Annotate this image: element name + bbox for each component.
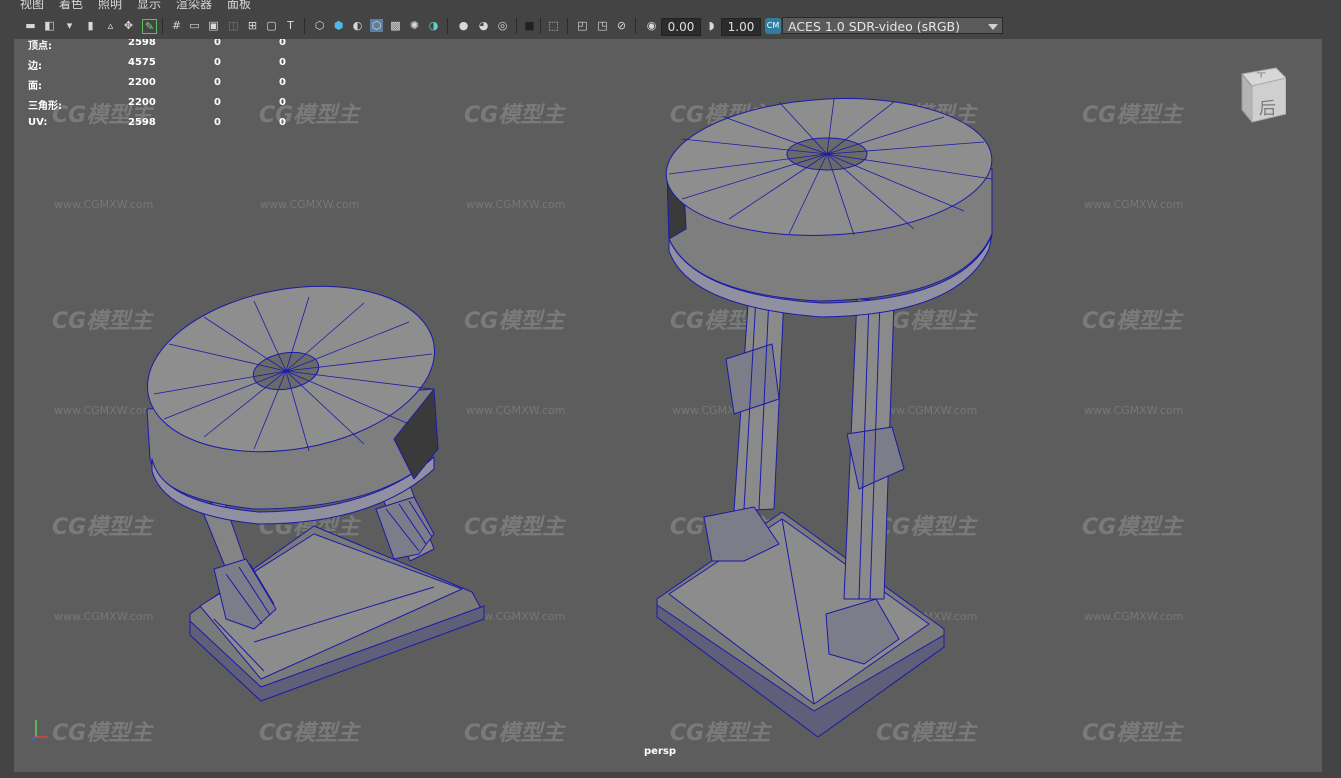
bookmark-camera-icon[interactable]: ▾ xyxy=(63,19,76,32)
toolbar-separator xyxy=(447,18,448,34)
hud-label: 面: xyxy=(28,81,42,92)
isolate-select-icon[interactable]: ⬚ xyxy=(547,19,560,32)
toolbar-separator xyxy=(635,18,636,34)
chevron-down-icon xyxy=(988,24,998,30)
hud-value: 0 xyxy=(214,39,221,48)
smooth-shade-icon[interactable]: ⬢ xyxy=(332,19,345,32)
xray-icon[interactable]: ◰ xyxy=(576,19,589,32)
default-material-icon[interactable]: ◐ xyxy=(351,19,364,32)
panel-bottom-border xyxy=(0,772,1341,778)
menu-panels[interactable]: 面板 xyxy=(227,0,251,10)
viewcube[interactable]: ㅜ 后 xyxy=(1236,66,1287,124)
scene-meshes xyxy=(146,98,993,738)
menu-lighting[interactable]: 照明 xyxy=(98,0,122,10)
view-transform-value: ACES 1.0 SDR-video (sRGB) xyxy=(788,19,960,34)
hud-value: 0 xyxy=(279,77,286,88)
axis-gizmo-icon xyxy=(31,720,48,741)
wireframe-on-shaded-icon[interactable]: ⬡ xyxy=(370,19,383,32)
xray-active-components-icon[interactable]: ◳ xyxy=(596,19,609,32)
hud-value: 0 xyxy=(214,97,221,108)
menu-renderer[interactable]: 渲染器 xyxy=(176,0,212,10)
menu-shading[interactable]: 着色 xyxy=(59,0,83,10)
hud-value: 0 xyxy=(214,77,221,88)
hud-value: 0 xyxy=(279,97,286,108)
panel-right-border xyxy=(1322,39,1341,778)
hud-value: 2598 xyxy=(128,39,156,48)
screen-space-ao-icon[interactable]: ● xyxy=(457,19,470,32)
hud-label: 三角形: xyxy=(28,101,62,112)
textured-icon[interactable]: ▩ xyxy=(389,19,402,32)
anti-aliasing-icon[interactable]: ◎ xyxy=(496,19,509,32)
twod-pan-zoom-icon[interactable]: ✥ xyxy=(122,19,135,32)
field-chart-icon[interactable]: ⊞ xyxy=(246,19,259,32)
gamma-field[interactable]: 1.00 xyxy=(721,18,761,36)
panel-left-border xyxy=(0,39,14,778)
depth-of-field-icon[interactable]: ■ xyxy=(523,19,536,32)
lights-icon[interactable]: ✺ xyxy=(408,19,421,32)
grid-icon[interactable]: # xyxy=(170,19,183,32)
hud-label: 边: xyxy=(28,61,42,72)
shadows-icon[interactable]: ◑ xyxy=(427,19,440,32)
hud-value: 4575 xyxy=(128,57,156,68)
panel-toolbar: ▬ ◧ ▾ ▮ ▵ ✥ ✎ # ▭ ▣ ◫ ⊞ ▢ T ⬡ ⬢ ◐ ⬡ ▩ ✺ … xyxy=(0,13,1341,40)
grease-pencil-icon[interactable]: ✎ xyxy=(142,19,157,34)
exposure-field[interactable]: 0.00 xyxy=(661,18,701,36)
hud-value: 2200 xyxy=(128,97,156,108)
hud-label: UV: xyxy=(28,117,48,128)
hud-value: 0 xyxy=(279,39,286,48)
menu-bar: 视图 着色 照明 显示 渲染器 面板 xyxy=(0,0,1341,13)
resolution-gate-icon[interactable]: ▣ xyxy=(207,19,220,32)
toolbar-separator xyxy=(162,18,163,34)
view-transform-dropdown[interactable]: ACES 1.0 SDR-video (sRGB) xyxy=(782,17,1003,34)
viewcube-back-label[interactable]: 后 xyxy=(1259,94,1276,119)
viewcube-top-label[interactable]: ㅜ xyxy=(1256,66,1266,82)
right-model xyxy=(656,98,993,738)
hud-value: 2200 xyxy=(128,77,156,88)
hud-value: 0 xyxy=(279,117,286,128)
image-plane-icon[interactable]: ▵ xyxy=(104,19,117,32)
camera-attributes-icon[interactable]: ◧ xyxy=(43,19,56,32)
left-model xyxy=(146,285,485,702)
toolbar-separator xyxy=(567,18,568,34)
safe-action-icon[interactable]: ▢ xyxy=(265,19,278,32)
hud-value: 0 xyxy=(214,117,221,128)
hud-value: 0 xyxy=(214,57,221,68)
camera-select-icon[interactable]: ▬ xyxy=(24,19,37,32)
film-gate-icon[interactable]: ▭ xyxy=(188,19,201,32)
motion-blur-icon[interactable]: ◕ xyxy=(477,19,490,32)
exposure-icon[interactable]: ◉ xyxy=(645,19,658,32)
wireframe-icon[interactable]: ⬡ xyxy=(313,19,326,32)
camera-name-label: persp xyxy=(644,746,676,757)
menu-view[interactable]: 视图 xyxy=(20,0,44,10)
hud-value: 0 xyxy=(279,57,286,68)
3d-viewport[interactable]: CG模型主 CG模型主 CG模型主 CG模型主 CG模型主 CG模型主 CG模型… xyxy=(14,39,1322,772)
gamma-icon[interactable]: ◗ xyxy=(705,19,718,32)
bookmark-icon[interactable]: ▮ xyxy=(84,19,97,32)
gate-mask-icon[interactable]: ◫ xyxy=(227,19,240,32)
toolbar-separator xyxy=(516,18,517,34)
color-management-icon[interactable]: CM xyxy=(765,18,781,34)
toolbar-separator xyxy=(304,18,305,34)
safe-title-icon[interactable]: T xyxy=(284,19,297,32)
toolbar-separator xyxy=(540,18,541,34)
hud-value: 2598 xyxy=(128,117,156,128)
menu-show[interactable]: 显示 xyxy=(137,0,161,10)
xray-joints-icon[interactable]: ⊘ xyxy=(615,19,628,32)
hud-label: 顶点: xyxy=(28,41,52,52)
